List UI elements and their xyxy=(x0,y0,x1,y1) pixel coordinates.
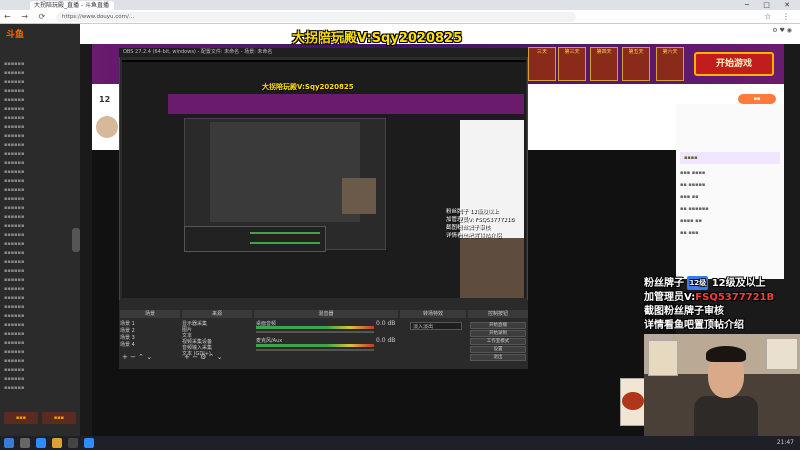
start-game-button[interactable]: 开始游戏 xyxy=(694,52,774,76)
sidebar-scrollbar[interactable] xyxy=(72,228,80,252)
stream-title-overlay: 大拐陪玩殿V:Sqy2020825 xyxy=(292,31,463,46)
fan-badge-overlay: 粉丝牌子 12级 12级及以上 加管理员V:FSQ5377721B 截图粉丝牌子… xyxy=(644,276,800,333)
wall-poster xyxy=(648,340,678,376)
scene-item[interactable]: 场景 4 xyxy=(120,341,135,348)
nested-overlay-line: 详情看鱼吧置顶帖介绍 xyxy=(446,233,502,239)
banner-item[interactable]: 第三天 xyxy=(558,47,586,81)
overlay-line-4: 详情看鱼吧置顶帖介绍 xyxy=(644,320,744,331)
edge-icon[interactable] xyxy=(84,438,94,448)
url-field[interactable]: https://www.douyu.com/... xyxy=(56,12,576,22)
sidebar-button-1[interactable]: ▪▪▪ xyxy=(4,412,38,424)
chat-header[interactable]: ▪▪▪▪ xyxy=(680,152,780,164)
overlay-line-3: 截图粉丝牌子审核 xyxy=(644,306,724,317)
taskbar-clock[interactable]: 21:47 xyxy=(777,436,794,450)
sidebar-button-2[interactable]: ▪▪▪ xyxy=(42,412,76,424)
start-streaming-button[interactable]: 开始直播 xyxy=(470,322,526,329)
follow-button[interactable]: ▪▪ xyxy=(738,94,776,104)
browser-menu-icon[interactable]: ☆ ⋮ xyxy=(764,11,794,23)
add-scene-icon[interactable]: + − ⌃ ⌄ xyxy=(122,353,152,361)
nested-mixer-bar xyxy=(250,242,320,244)
nested-overlay-line: 粉丝牌子 12级及以上 xyxy=(446,209,499,215)
level-number: 12 xyxy=(99,95,111,104)
nested-mixer-bar xyxy=(250,232,320,234)
browser-icon[interactable] xyxy=(36,438,46,448)
mixer-track-value: 0.0 dB xyxy=(376,337,396,344)
sidebar-menu[interactable]: ▪▪▪▪▪▪ ▪▪▪▪▪▪ ▪▪▪▪▪▪ ▪▪▪▪▪▪ ▪▪▪▪▪▪ ▪▪▪▪▪▪ ▪▪▪▪… xyxy=(4,60,76,400)
nested-banner xyxy=(168,94,524,114)
scene-item[interactable]: 场景 2 xyxy=(120,327,135,334)
mixer-volume-slider[interactable] xyxy=(256,331,374,333)
overlay-level-text: 12级及以上 xyxy=(711,278,766,289)
chat-message: ▪▪▪ ▪▪ xyxy=(680,194,699,200)
studio-mode-button[interactable]: 工作室模式 xyxy=(470,338,526,345)
obs-title-bar: OBS 27.2.4 (64-bit, windows) - 配置文件: 未命名… xyxy=(119,48,528,57)
browser-tab-active[interactable]: 大拐陪玩殿_直播 - 斗鱼直播 xyxy=(30,1,114,10)
streamer-body xyxy=(694,396,758,436)
sources-title: 来源 xyxy=(182,310,252,318)
overlay-admin-label: 加管理员V: xyxy=(644,292,696,303)
mixer-level-meter xyxy=(256,326,374,329)
overlay-wechat-id: FSQ5377721B xyxy=(695,292,775,303)
chat-message: ▪▪▪▪ ▪▪ xyxy=(680,218,702,224)
settings-button[interactable]: 设置 xyxy=(470,346,526,353)
scene-item[interactable]: 场景 1 xyxy=(120,320,135,327)
nested-overlay-line: 加管理员V: FSQ5377721B xyxy=(446,217,515,223)
nested-webcam xyxy=(460,238,524,298)
site-logo[interactable]: 斗鱼 xyxy=(6,27,24,40)
mixer-title: 混音器 xyxy=(254,310,398,318)
scene-item[interactable]: 场景 3 xyxy=(120,334,135,341)
transitions-title: 转场特效 xyxy=(400,310,466,318)
banner-item[interactable]: 三天 xyxy=(528,47,556,81)
nested-mixer xyxy=(184,226,326,252)
start-icon[interactable] xyxy=(4,438,14,448)
wall-poster xyxy=(766,338,798,370)
nested-obs-preview xyxy=(210,122,360,222)
mixer-track-value: 0.0 dB xyxy=(376,320,396,327)
start-recording-button[interactable]: 开始录制 xyxy=(470,330,526,337)
fan-badge-icon: 12级 xyxy=(687,276,709,290)
scenes-title: 场景 xyxy=(120,310,180,318)
food-image xyxy=(622,392,644,410)
transition-select[interactable]: 淡入淡出 xyxy=(410,322,462,330)
streamer-avatar[interactable] xyxy=(96,116,118,138)
exit-button[interactable]: 退出 xyxy=(470,354,526,361)
chat-message: ▪▪ ▪▪▪▪▪▪ xyxy=(680,206,709,212)
overlay-fan-badge-label: 粉丝牌子 xyxy=(644,278,684,289)
window-controls[interactable]: ─ □ ✕ xyxy=(745,0,796,10)
mixer-volume-slider[interactable] xyxy=(256,349,374,351)
nested-title-overlay: 大拐陪玩殿V:Sqy2020825 xyxy=(262,83,354,91)
banner-item[interactable]: 第四天 xyxy=(590,47,618,81)
nav-arrows-icon[interactable]: ← → ⟳ xyxy=(4,11,49,23)
mixer-track-label: 麦克风/Aux xyxy=(256,338,283,344)
user-menu-icon[interactable]: ⚙ ♥ ◉ xyxy=(772,27,792,34)
windows-taskbar xyxy=(0,436,800,450)
search-icon[interactable] xyxy=(20,438,30,448)
banner-item[interactable]: 第六天 xyxy=(656,47,684,81)
controls-title: 控制按钮 xyxy=(468,310,528,318)
browser-tab-bar xyxy=(0,0,800,10)
mixer-level-meter xyxy=(256,344,374,347)
add-source-icon[interactable]: + − ⚙ ⌃ ⌄ xyxy=(184,353,223,361)
nested-overlay-line: 截图粉丝牌子审核 xyxy=(446,225,491,231)
overlay-line-1: 粉丝牌子 12级 12级及以上 xyxy=(644,276,800,291)
obs-icon[interactable] xyxy=(68,438,78,448)
overlay-line-2: 加管理员V:FSQ5377721B xyxy=(644,291,800,305)
streamer-hair xyxy=(706,346,746,362)
chat-message: ▪▪▪ ▪▪▪▪ xyxy=(680,170,706,176)
chat-panel xyxy=(676,104,784,279)
folder-icon[interactable] xyxy=(52,438,62,448)
chat-message: ▪▪ ▪▪▪ xyxy=(680,230,699,236)
chat-message: ▪▪ ▪▪▪▪▪ xyxy=(680,182,706,188)
nested-overlay-text: 粉丝牌子 12级及以上 加管理员V: FSQ5377721B 截图粉丝牌子审核 … xyxy=(446,208,514,240)
banner-item[interactable]: 第五天 xyxy=(622,47,650,81)
nested-webcam xyxy=(342,178,376,214)
